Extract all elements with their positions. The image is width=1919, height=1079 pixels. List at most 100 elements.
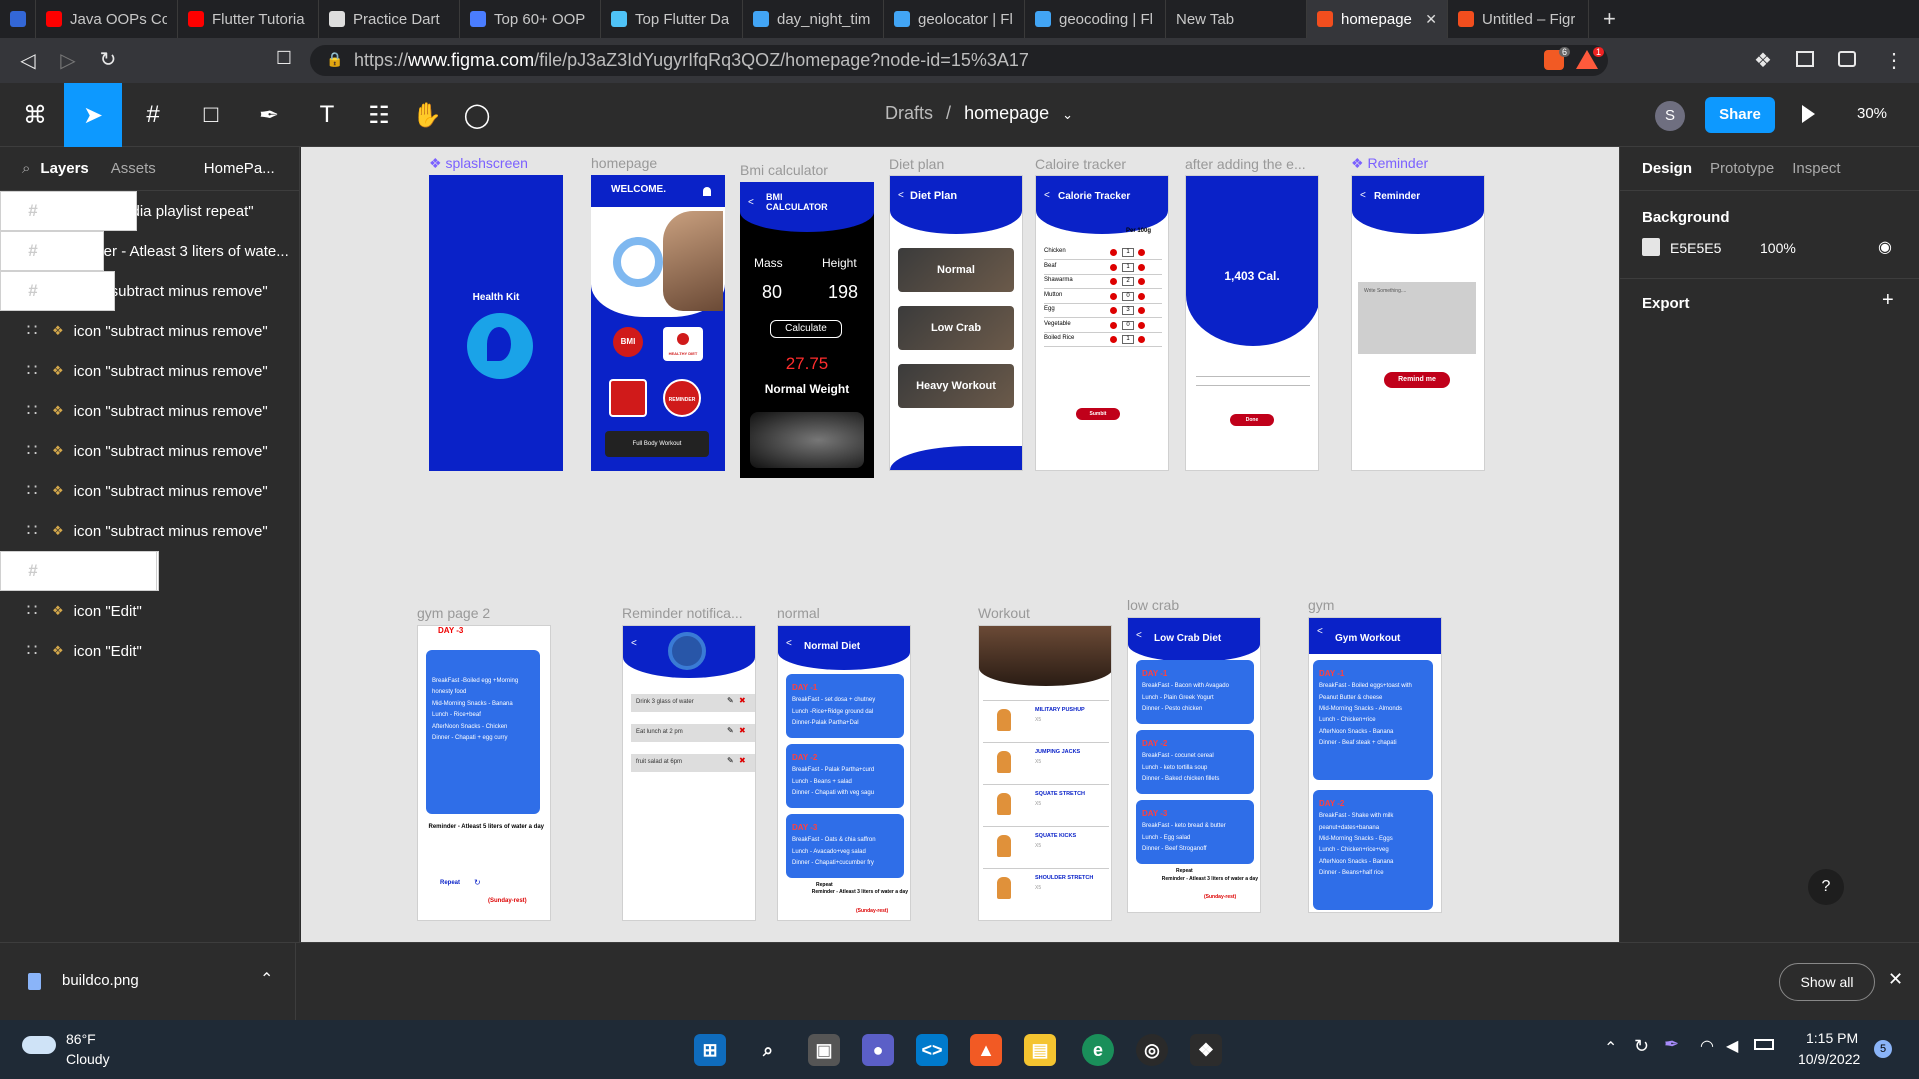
text-tool-icon[interactable]: T [298, 83, 356, 147]
frame-label-normal[interactable]: normal [777, 605, 820, 621]
frame-reminder-notification[interactable]: < Drink 3 glass of water Eat lunch at 2 … [622, 625, 756, 921]
frame-label-splashscreen[interactable]: ❖ splashscreen [429, 155, 528, 172]
battery-icon[interactable] [1754, 1039, 1774, 1050]
diet-card-low-crab[interactable]: Low Crab [898, 306, 1014, 350]
remind-me-button[interactable]: Remind me [1384, 372, 1450, 388]
zoom-level[interactable]: 30% [1857, 105, 1887, 122]
layer-row[interactable]: # Bmi calculator [0, 551, 158, 591]
frame-after-adding[interactable]: 1,403 Cal. Done [1185, 175, 1319, 471]
file-name[interactable]: homepage [964, 103, 1049, 123]
diet-card-normal[interactable]: Normal [898, 248, 1014, 292]
full-body-workout-card[interactable]: Full Body Workout [605, 431, 709, 457]
reminder-badge[interactable]: REMINDER [663, 379, 701, 417]
tab-assets[interactable]: Assets [111, 160, 156, 177]
add-icon[interactable] [1110, 292, 1117, 300]
notif-item[interactable]: Drink 3 glass of water [631, 694, 755, 712]
frame-label-reminder[interactable]: ❖ Reminder [1351, 155, 1428, 172]
done-button[interactable]: Done [1230, 414, 1274, 426]
add-export-icon[interactable]: + [1882, 289, 1894, 312]
subtract-minus-remove-icon[interactable] [1138, 292, 1145, 300]
workout-item[interactable]: SHOULDER STRETCH X5 [983, 868, 1109, 904]
back-arrow-icon[interactable]: < [748, 197, 754, 208]
chevron-up-icon[interactable]: ⌃ [1604, 1038, 1617, 1058]
new-tab-icon[interactable]: + [1589, 6, 1630, 32]
edit-icon[interactable]: ✎ [727, 696, 734, 705]
move-tool-icon[interactable]: ➤ [64, 83, 122, 147]
delete-icon[interactable]: ✖ [739, 756, 746, 765]
sync-icon[interactable]: ↻ [1634, 1036, 1649, 1057]
delete-icon[interactable]: ✖ [739, 696, 746, 705]
design-canvas[interactable]: ❖ splashscreen homepage Bmi calculator D… [301, 147, 1619, 942]
help-button[interactable]: ? [1808, 869, 1844, 905]
subtract-minus-remove-icon[interactable] [1138, 263, 1145, 271]
subtract-minus-remove-icon[interactable] [1138, 249, 1145, 256]
layer-row[interactable]: # low crab [0, 271, 115, 311]
layer-row[interactable]: # gym page 2 [0, 191, 137, 231]
volume-icon[interactable]: ◀ [1726, 1036, 1738, 1056]
workout-item[interactable]: SQUATE KICKS X5 [983, 826, 1109, 862]
layer-row[interactable]: ∷ ❖ icon "subtract minus remove" [0, 351, 299, 391]
extensions-icon[interactable]: ❖ [1754, 48, 1772, 73]
browser-tab[interactable]: geolocator | Fl [884, 0, 1025, 38]
frame-label-low-crab[interactable]: low crab [1127, 597, 1179, 613]
qty-value[interactable]: 3 [1122, 306, 1134, 315]
add-icon[interactable] [1110, 278, 1117, 285]
edge-icon[interactable]: e [1082, 1034, 1114, 1066]
proxy-app-icon[interactable]: ◎ [1136, 1034, 1168, 1066]
frame-normal-diet[interactable]: Normal Diet < DAY -1 BreakFast - set dosa… [777, 625, 911, 921]
tab-design[interactable]: Design [1642, 160, 1692, 177]
back-arrow-icon[interactable]: < [1136, 630, 1142, 641]
tab-prototype[interactable]: Prototype [1710, 160, 1774, 177]
clock-date[interactable]: 10/9/2022 [1798, 1051, 1860, 1067]
back-arrow-icon[interactable]: < [1360, 190, 1366, 201]
forward-icon[interactable]: ▷ [48, 48, 88, 73]
add-icon[interactable] [1110, 321, 1117, 329]
layer-row[interactable]: ∷ ❖ icon "subtract minus remove" [0, 311, 299, 351]
back-arrow-icon[interactable]: < [631, 638, 637, 649]
present-icon[interactable] [1802, 105, 1815, 123]
tab-layers[interactable]: Layers [40, 160, 88, 177]
frame-label-gym[interactable]: gym [1308, 597, 1334, 613]
qty-value[interactable]: 1 [1122, 262, 1134, 272]
browser-tab[interactable]: Top 60+ OOP [460, 0, 601, 38]
add-icon[interactable] [1110, 307, 1117, 314]
comment-tool-icon[interactable]: ◯ [448, 83, 506, 147]
figma-app-icon[interactable]: ❖ [1190, 1034, 1222, 1066]
mass-value[interactable]: 80 [762, 282, 782, 303]
browser-tab[interactable]: day_night_tim [743, 0, 884, 38]
subtract-minus-remove-icon[interactable] [1138, 321, 1145, 329]
frame-label-after[interactable]: after adding the e... [1185, 156, 1306, 172]
download-item[interactable]: buildco.png ⌃ [0, 943, 296, 1021]
subtract-minus-remove-icon[interactable] [1138, 307, 1145, 314]
frame-bmi-calculator[interactable]: BMI CALCULATOR < Mass Height 80 198 Calc… [740, 182, 874, 478]
frame-homepage[interactable]: WELCOME. BMI HEALTHY DIET REMINDER Full … [591, 175, 725, 471]
wifi-icon[interactable]: ◠ [1700, 1036, 1714, 1056]
frame-gym[interactable]: Gym Workout < DAY -1 BreakFast - Boiled e… [1308, 617, 1442, 913]
layer-row[interactable]: ∷ ❖ icon "subtract minus remove" [0, 391, 299, 431]
task-view-icon[interactable]: ▣ [808, 1034, 840, 1066]
qty-value[interactable]: 0 [1122, 291, 1134, 301]
close-icon[interactable]: ✕ [1888, 969, 1903, 990]
share-button[interactable]: Share [1705, 97, 1775, 133]
frame-low-crab[interactable]: Low Crab Diet < DAY -1 BreakFast - Bacon … [1127, 617, 1261, 913]
qty-value[interactable]: 2 [1122, 277, 1134, 286]
diet-plate-icon[interactable] [609, 379, 647, 417]
pen-icon[interactable]: ✒ [1664, 1034, 1679, 1055]
browser-tab[interactable]: Flutter Tutoria [178, 0, 319, 38]
browser-tab[interactable]: M [0, 0, 36, 38]
browser-tab[interactable]: Practice Dart [319, 0, 460, 38]
frame-label-homepage[interactable]: homepage [591, 155, 657, 171]
qty-value[interactable]: 1 [1122, 335, 1134, 344]
layer-row[interactable]: ∷ ❖ icon "Edit" [0, 591, 299, 631]
weather-temp[interactable]: 86°F [66, 1031, 96, 1047]
height-value[interactable]: 198 [828, 282, 858, 303]
delete-icon[interactable]: ✖ [739, 726, 746, 735]
layer-row[interactable]: ∷ ❖ icon "subtract minus remove" [0, 431, 299, 471]
frame-calorie-tracker[interactable]: Calorie Tracker < Per 100g Chicken 1 Beaf 1… [1035, 175, 1169, 471]
browser-tab[interactable]: New Tab [1166, 0, 1307, 38]
add-icon[interactable] [1110, 263, 1117, 271]
frame-tool-icon[interactable]: # [124, 83, 182, 147]
layer-row[interactable]: ∷ ❖ icon "subtract minus remove" [0, 471, 299, 511]
frame-label-diet[interactable]: Diet plan [889, 156, 944, 172]
background-opacity[interactable]: 100% [1760, 240, 1796, 256]
